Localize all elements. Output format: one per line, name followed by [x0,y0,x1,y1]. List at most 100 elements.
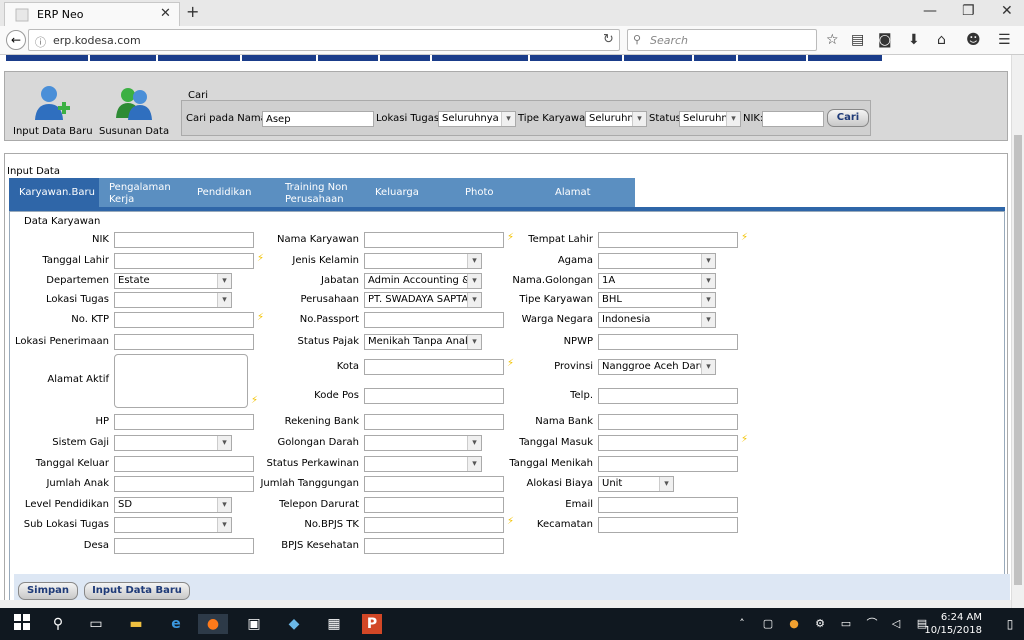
agama-select[interactable]: ▾ [598,253,716,269]
scrollbar-thumb[interactable] [1014,135,1022,585]
bookmark-star-icon[interactable]: ☆ [826,32,839,48]
status-pajak-select[interactable]: Menikah Tanpa Anak ▾ [364,334,482,350]
email-input[interactable] [598,497,738,513]
search-icon[interactable]: ⚲ [48,614,68,634]
hp-input[interactable] [114,414,254,430]
emoji-icon[interactable]: ☻ [966,32,981,48]
jenis-kelamin-select[interactable]: ▾ [364,253,482,269]
sub-lokasi-tugas-select[interactable]: ▾ [114,517,232,533]
tray-app-icon[interactable]: ⚙ [810,614,830,634]
reading-list-icon[interactable]: ▤ [851,32,864,48]
chevron-up-icon[interactable]: ˄ [732,614,752,634]
golongan-darah-select[interactable]: ▾ [364,435,482,451]
task-view-icon[interactable]: ▭ [86,614,106,634]
taskbar-clock[interactable]: 6:24 AM 10/15/2018 [924,611,982,637]
cari-tipe-select[interactable]: Seluruhnya ▾ [585,111,647,127]
no-bpjs-tk-input[interactable] [364,517,504,533]
home-icon[interactable]: ⌂ [937,32,946,48]
tab-training-non-perusahaan[interactable]: Training Non Perusahaan [275,178,365,208]
status-perkawinan-select[interactable]: ▾ [364,456,482,472]
info-icon[interactable]: ⓘ [35,34,46,50]
simpan-button[interactable]: Simpan [18,582,78,600]
nik-input[interactable] [114,232,254,248]
alamat-aktif-textarea[interactable] [114,354,248,408]
cari-name-input[interactable] [262,111,374,127]
nama-golongan-select[interactable]: 1A ▾ [598,273,716,289]
close-window-icon[interactable]: ✕ [1001,3,1013,19]
npwp-input[interactable] [598,334,738,350]
no-ktp-input[interactable] [114,312,254,328]
jabatan-select[interactable]: Admin Accounting & Tax ▾ [364,273,482,289]
rekening-bank-input[interactable] [364,414,504,430]
tab-alamat[interactable]: Alamat [545,178,635,208]
input-data-baru-toolbar-button[interactable]: Input Data Baru [13,84,93,137]
tray-app-icon[interactable]: ▢ [758,614,778,634]
wifi-icon[interactable]: ⌒ [862,614,882,634]
telepon-darurat-input[interactable] [364,497,504,513]
file-explorer-icon[interactable]: ▬ [126,614,146,634]
bpjs-kesehatan-input[interactable] [364,538,504,554]
edge-icon[interactable]: e [166,614,186,634]
back-icon[interactable]: ← [6,30,26,50]
browser-tab[interactable]: ERP Neo ✕ [4,2,180,26]
app-icon[interactable]: ◆ [284,614,304,634]
warga-negara-select[interactable]: Indonesia ▾ [598,312,716,328]
cari-button[interactable]: Cari [827,109,869,127]
jumlah-tanggungan-input[interactable] [364,476,504,492]
tab-photo[interactable]: Photo [455,178,545,208]
level-pendidikan-select[interactable]: SD ▾ [114,497,232,513]
nama-bank-input[interactable] [598,414,738,430]
cari-lokasi-select[interactable]: Seluruhnya ▾ [438,111,516,127]
tab-pendidikan[interactable]: Pendidikan [187,178,275,208]
cari-nik-input[interactable] [762,111,824,127]
tanggal-masuk-input[interactable] [598,435,738,451]
new-tab-icon[interactable]: + [186,2,199,21]
firefox-icon[interactable]: ● [198,614,228,634]
pocket-icon[interactable]: ◙ [878,32,892,48]
susunan-data-toolbar-button[interactable]: Susunan Data [99,84,169,137]
departemen-select[interactable]: Estate ▾ [114,273,232,289]
perusahaan-select[interactable]: PT. SWADAYA SAPTA ▾ [364,292,482,308]
nama-karyawan-input[interactable] [364,232,504,248]
input-data-baru-button[interactable]: Input Data Baru [84,582,190,600]
tab-karyawan-baru[interactable]: Karyawan.Baru [9,178,99,208]
battery-icon[interactable]: ▭ [836,614,856,634]
tanggal-menikah-input[interactable] [598,456,738,472]
powerpoint-icon[interactable]: P [362,614,382,634]
tab-keluarga[interactable]: Keluarga [365,178,455,208]
calculator-icon[interactable]: ▦ [324,614,344,634]
horizontal-scrollbar[interactable] [0,600,1011,608]
volume-icon[interactable]: ◁ [886,614,906,634]
telp-input[interactable] [598,388,738,404]
vertical-scrollbar[interactable] [1011,55,1024,608]
restore-icon[interactable]: ❐ [962,3,975,19]
url-bar[interactable]: ⓘ erp.kodesa.com ↻ [28,29,620,51]
tempat-lahir-input[interactable] [598,232,738,248]
kecamatan-input[interactable] [598,517,738,533]
windows-start-icon[interactable] [12,614,32,634]
minimize-icon[interactable]: — [923,3,937,19]
tanggal-keluar-input[interactable] [114,456,254,472]
notifications-icon[interactable]: ▯ [1000,614,1020,634]
download-icon[interactable]: ⬇ [908,32,920,48]
lokasi-tugas-select[interactable]: ▾ [114,292,232,308]
tab-pengalaman-kerja[interactable]: Pengalaman Kerja [99,178,187,208]
sistem-gaji-select[interactable]: ▾ [114,435,232,451]
desa-input[interactable] [114,538,254,554]
cari-status-select[interactable]: Seluruhnya ▾ [679,111,741,127]
tray-app-icon[interactable]: ● [784,614,804,634]
tipe-karyawan-select[interactable]: BHL ▾ [598,292,716,308]
jumlah-anak-input[interactable] [114,476,254,492]
alokasi-biaya-select[interactable]: Unit ▾ [598,476,674,492]
kota-input[interactable] [364,359,504,375]
no-passport-input[interactable] [364,312,504,328]
lokasi-penerimaan-input[interactable] [114,334,254,350]
tanggal-lahir-input[interactable] [114,253,254,269]
menu-icon[interactable]: ☰ [998,32,1011,48]
kode-pos-input[interactable] [364,388,504,404]
store-icon[interactable]: ▣ [244,614,264,634]
close-tab-icon[interactable]: ✕ [160,6,171,21]
provinsi-select[interactable]: Nanggroe Aceh Darussalam▾ [598,359,716,375]
search-bar[interactable]: ⚲ Search [627,29,817,51]
reload-icon[interactable]: ↻ [603,32,614,47]
